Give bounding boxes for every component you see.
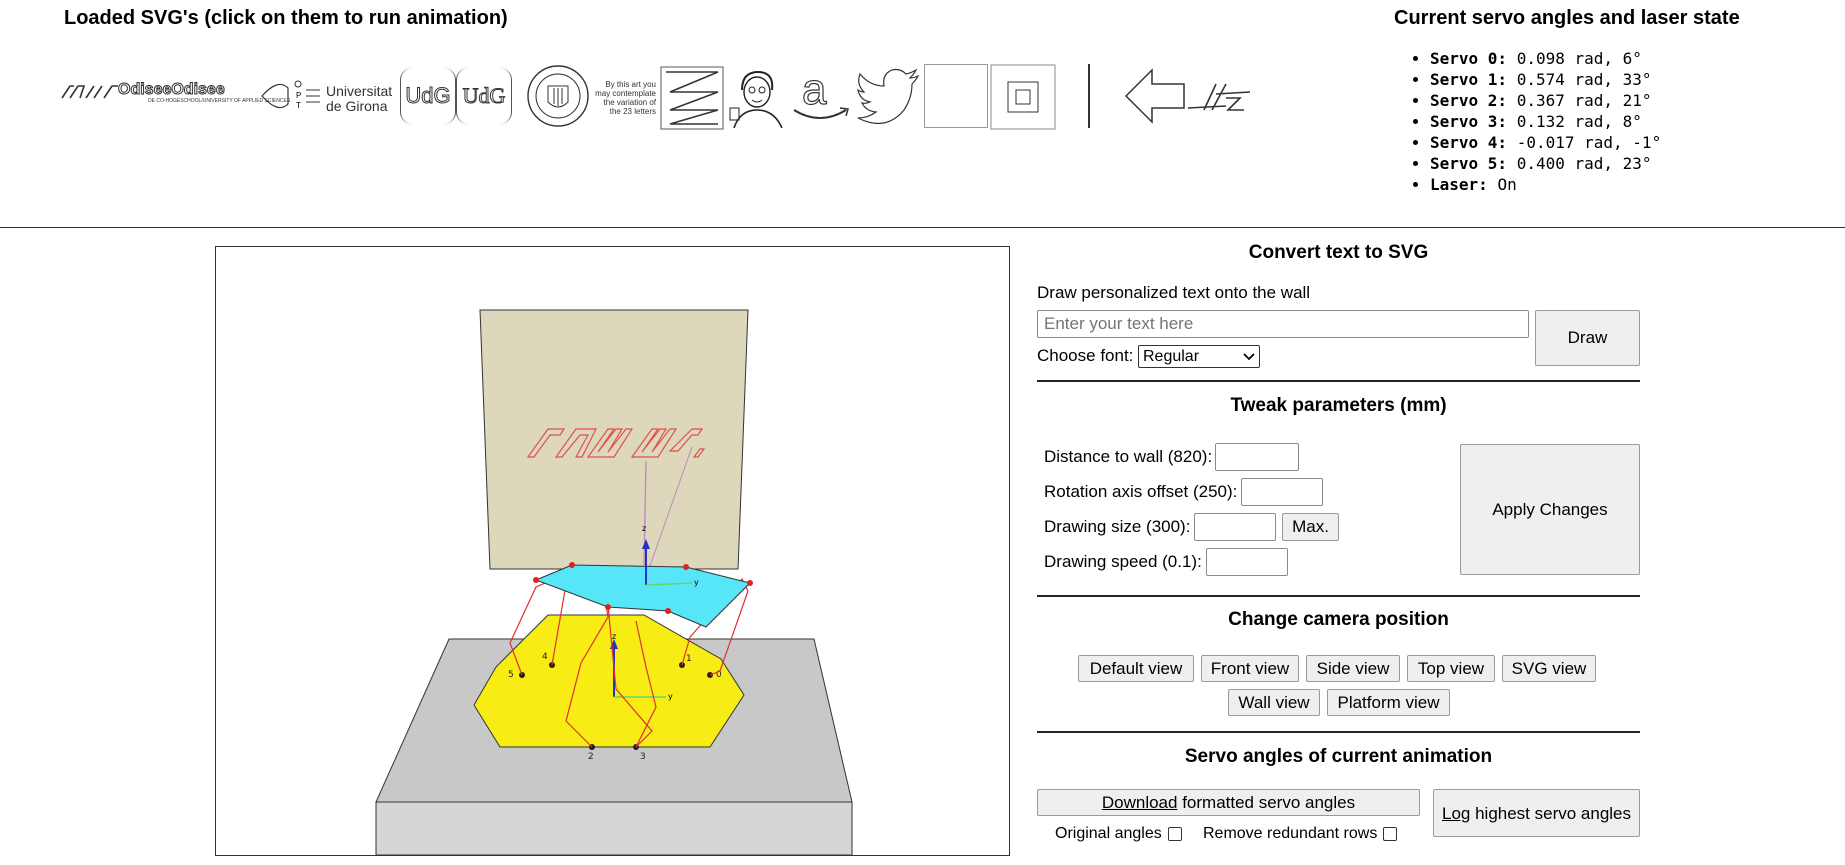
download-servo-angles-button[interactable]: Download formatted servo angles — [1037, 789, 1420, 816]
servo-state-list: Servo 0: 0.098 rad, 6° Servo 1: 0.574 ra… — [1402, 48, 1661, 195]
convert-text-title: Convert text to SVG — [1248, 242, 1429, 263]
custom-text-input[interactable] — [1037, 310, 1529, 338]
original-angles-checkbox[interactable] — [1167, 826, 1182, 841]
drawing-speed-label: Drawing speed (0.1): — [1044, 552, 1202, 571]
svg-thumb-amazon[interactable]: a — [790, 64, 854, 128]
svg-text:T: T — [296, 101, 301, 110]
drawing-speed-input[interactable] — [1206, 548, 1288, 576]
svg-thumb-vertical-line[interactable] — [1088, 64, 1090, 128]
top-view-button[interactable]: Top view — [1407, 655, 1495, 682]
svg-text:3: 3 — [640, 752, 646, 762]
chevron-down-icon — [1243, 352, 1255, 360]
servo-5-item: Servo 5: 0.400 rad, 23° — [1430, 153, 1661, 174]
svg-text:1: 1 — [686, 654, 692, 664]
letters-line-3: the variation of — [603, 98, 656, 107]
odisee-text: OdiseeOdisee — [118, 81, 226, 98]
servo-state-title: Current servo angles and laser state — [1394, 7, 1740, 29]
download-rest-text: formatted servo angles — [1177, 792, 1356, 812]
svg-thumb-odisee[interactable]: OdiseeOdisee DE CO-HOGESCHOOL/UNIVERSITY… — [118, 81, 291, 110]
svg-thumb-universitat-girona[interactable]: Universitat de Girona — [326, 84, 398, 114]
side-view-button[interactable]: Side view — [1306, 655, 1400, 682]
servo-1-item: Servo 1: 0.574 rad, 33° — [1430, 69, 1661, 90]
svg-thumb-upv-seal[interactable] — [526, 64, 590, 128]
udg-serif-text: UdG — [462, 83, 506, 109]
svg-text:a: a — [802, 65, 827, 114]
max-size-button[interactable]: Max. — [1282, 513, 1339, 541]
servo-anim-title: Servo angles of current animation — [1184, 746, 1493, 767]
wall-panel — [479, 309, 749, 570]
rotation-offset-label: Rotation axis offset (250): — [1044, 482, 1238, 501]
svg-thumb-hz-signature[interactable] — [1186, 76, 1258, 116]
original-angles-option: Original angles — [1055, 825, 1182, 843]
servo-2-item: Servo 2: 0.367 rad, 21° — [1430, 90, 1661, 111]
svg-text:2: 2 — [588, 752, 594, 762]
font-select[interactable]: Regular — [1138, 345, 1260, 368]
convert-text-description: Draw personalized text onto the wall — [1037, 283, 1311, 302]
letters-line-2: may contemplate — [595, 89, 656, 98]
laser-state-item: Laser: On — [1430, 174, 1661, 195]
servo-4-item: Servo 4: -0.017 rad, -1° — [1430, 132, 1661, 153]
camera-title: Change camera position — [1228, 609, 1449, 630]
servo-0-item: Servo 0: 0.098 rad, 6° — [1430, 48, 1661, 69]
odisee-subtext: DE CO-HOGESCHOOL/UNIVERSITY OF APPLIED S… — [148, 98, 291, 104]
svg-thumb-23-letters[interactable]: By this art you may contemplate the vari… — [592, 80, 656, 116]
svg-thumb-raww[interactable] — [60, 70, 120, 106]
base-hexagon — [473, 614, 745, 748]
svg-thumb-udg-outline[interactable]: UdG — [400, 68, 456, 124]
svg-thumb-zigzag[interactable] — [660, 66, 724, 130]
log-highest-angles-button[interactable]: Log highest servo angles — [1433, 789, 1640, 837]
drawing-size-input[interactable] — [1194, 513, 1276, 541]
apply-changes-button[interactable]: Apply Changes — [1460, 444, 1640, 575]
divider-2 — [1037, 595, 1640, 597]
udg-outline-text: UdG — [405, 83, 451, 109]
remove-redundant-option: Remove redundant rows — [1203, 825, 1398, 843]
default-view-button[interactable]: Default view — [1078, 655, 1194, 682]
log-link-text: Log — [1441, 803, 1471, 823]
svg-text:4: 4 — [542, 652, 548, 662]
base-z-label: z — [612, 632, 616, 641]
scene-canvas: z y 54 10 23 z y — [375, 309, 853, 855]
front-view-button[interactable]: Front view — [1201, 655, 1299, 682]
svg-text:P: P — [296, 91, 301, 100]
servo-3-item: Servo 3: 0.132 rad, 8° — [1430, 111, 1661, 132]
svg-thumb-nested-squares[interactable] — [990, 64, 1056, 130]
platform-y-label: y — [694, 578, 699, 587]
remove-redundant-checkbox[interactable] — [1383, 826, 1398, 841]
svg-thumbnail-strip: OdiseeOdisee DE CO-HOGESCHOOL/UNIVERSITY… — [60, 56, 1260, 136]
platform-z-label: z — [642, 524, 646, 533]
platform-view-button[interactable]: Platform view — [1327, 689, 1450, 716]
font-label: Choose font: — [1037, 346, 1134, 365]
svg-thumb-blank-square[interactable] — [924, 64, 988, 128]
download-link-text: Download — [1101, 792, 1178, 812]
letters-line-4: the 23 letters — [609, 107, 656, 116]
wall-view-button[interactable]: Wall view — [1228, 689, 1320, 716]
divider-1 — [1037, 380, 1640, 382]
divider-3 — [1037, 731, 1640, 733]
loaded-svgs-title: Loaded SVG's (click on them to run anima… — [64, 7, 508, 29]
original-angles-label: Original angles — [1055, 825, 1162, 842]
font-select-value: Regular — [1143, 347, 1200, 365]
distance-input[interactable] — [1215, 443, 1299, 471]
svg-thumb-opt[interactable]: P T — [260, 74, 322, 118]
letters-line-1: By this art you — [605, 80, 656, 89]
svg-text:5: 5 — [508, 670, 514, 680]
rotation-offset-input[interactable] — [1241, 478, 1323, 506]
log-rest-text: highest servo angles — [1470, 803, 1632, 823]
svg-thumb-udg-serif[interactable]: UdG — [456, 68, 512, 124]
distance-label: Distance to wall (820): — [1044, 447, 1213, 466]
drawing-size-label: Drawing size (300): — [1044, 517, 1191, 536]
svg-thumb-twitter[interactable] — [856, 66, 922, 124]
svg-thumb-portrait[interactable] — [726, 68, 788, 128]
universitat-girona-text: Universitat de Girona — [326, 83, 393, 114]
remove-redundant-label: Remove redundant rows — [1203, 825, 1378, 842]
base-y-label: y — [668, 692, 673, 701]
svg-thumb-arrow-left[interactable] — [1124, 66, 1186, 126]
draw-button[interactable]: Draw — [1535, 310, 1640, 366]
scene-viewport[interactable]: z y 54 10 23 z y — [215, 246, 1010, 856]
tweak-title: Tweak parameters (mm) — [1230, 395, 1447, 416]
top-divider — [0, 227, 1845, 228]
svg-view-button[interactable]: SVG view — [1502, 655, 1596, 682]
floor-front — [375, 801, 853, 855]
